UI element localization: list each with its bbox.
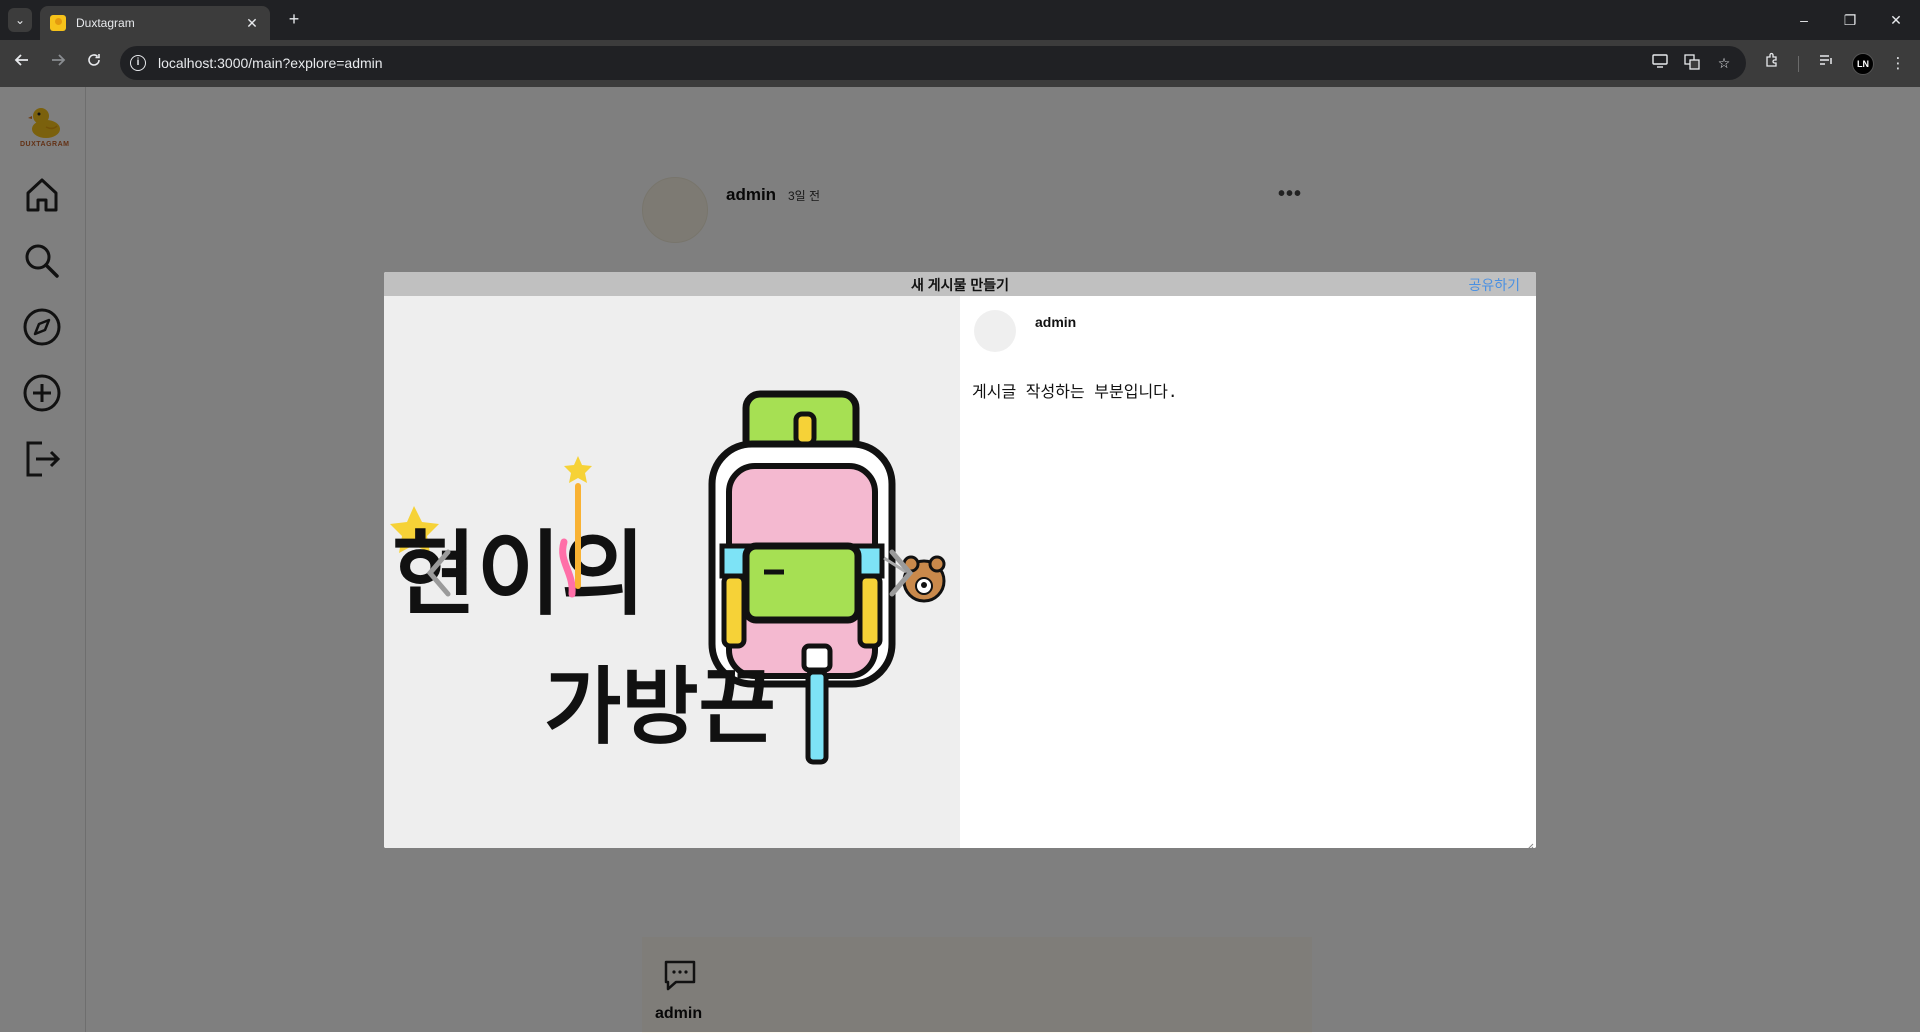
reload-icon	[88, 54, 100, 66]
favicon-icon	[50, 15, 66, 31]
address-bar[interactable]: i localhost:3000/main?explore=admin ☆	[120, 46, 1746, 80]
bookmark-star-icon[interactable]: ☆	[1714, 54, 1734, 72]
share-button[interactable]: 공유하기	[1468, 275, 1520, 295]
modal-header: 새 게시물 만들기 공유하기	[384, 272, 1536, 296]
carousel-prev-button[interactable]	[424, 548, 454, 598]
post-image-preview: 현이의 가방끈	[384, 296, 960, 848]
site-info-icon[interactable]: i	[130, 55, 146, 71]
create-post-modal: 새 게시물 만들기 공유하기 현이의 가방끈 admin 게시글 작성하는 부분…	[384, 272, 1536, 848]
close-window-button[interactable]: ✕	[1884, 8, 1908, 32]
composer-avatar	[974, 310, 1016, 352]
forward-arrow-icon	[52, 54, 66, 66]
restore-button[interactable]: ❐	[1838, 8, 1862, 32]
back-arrow-icon	[14, 54, 28, 66]
back-button[interactable]	[10, 52, 34, 76]
tab-list-button[interactable]: ⌄	[8, 8, 32, 32]
toolbar-separator	[1798, 56, 1799, 72]
translate-icon[interactable]	[1682, 54, 1702, 72]
menu-icon[interactable]: ⋮	[1886, 52, 1910, 76]
chevron-left-icon	[426, 549, 451, 597]
post-composer: admin 게시글 작성하는 부분입니다.	[960, 296, 1536, 848]
image-text-line2: 가방끈	[544, 658, 776, 756]
chevron-right-icon	[889, 549, 914, 597]
minimize-button[interactable]: –	[1792, 8, 1816, 32]
forward-button[interactable]	[46, 52, 70, 76]
reload-button[interactable]	[82, 52, 106, 76]
browser-toolbar: i localhost:3000/main?explore=admin ☆ LN…	[0, 40, 1920, 87]
url-text[interactable]: localhost:3000/main?explore=admin	[158, 55, 383, 71]
carousel-next-button[interactable]	[886, 548, 916, 598]
install-app-icon[interactable]	[1650, 54, 1670, 72]
post-content-textarea[interactable]: 게시글 작성하는 부분입니다.	[972, 378, 1178, 402]
browser-tab[interactable]: Duxtagram ✕	[40, 6, 270, 40]
modal-title: 새 게시물 만들기	[911, 277, 1009, 293]
profile-avatar[interactable]: LN	[1852, 53, 1874, 75]
extensions-icon[interactable]	[1760, 52, 1784, 76]
composer-author-name: admin	[1035, 314, 1077, 330]
new-tab-button[interactable]: +	[282, 8, 306, 32]
tab-close-icon[interactable]: ✕	[244, 15, 260, 32]
backpack-illustration: 현이의 가방끈	[390, 390, 946, 765]
media-control-icon[interactable]	[1814, 52, 1838, 76]
tab-title: Duxtagram	[76, 16, 135, 30]
resize-handle-icon[interactable]	[1526, 838, 1534, 848]
browser-tab-bar: ⌄ Duxtagram ✕ + – ❐ ✕	[0, 0, 1920, 40]
